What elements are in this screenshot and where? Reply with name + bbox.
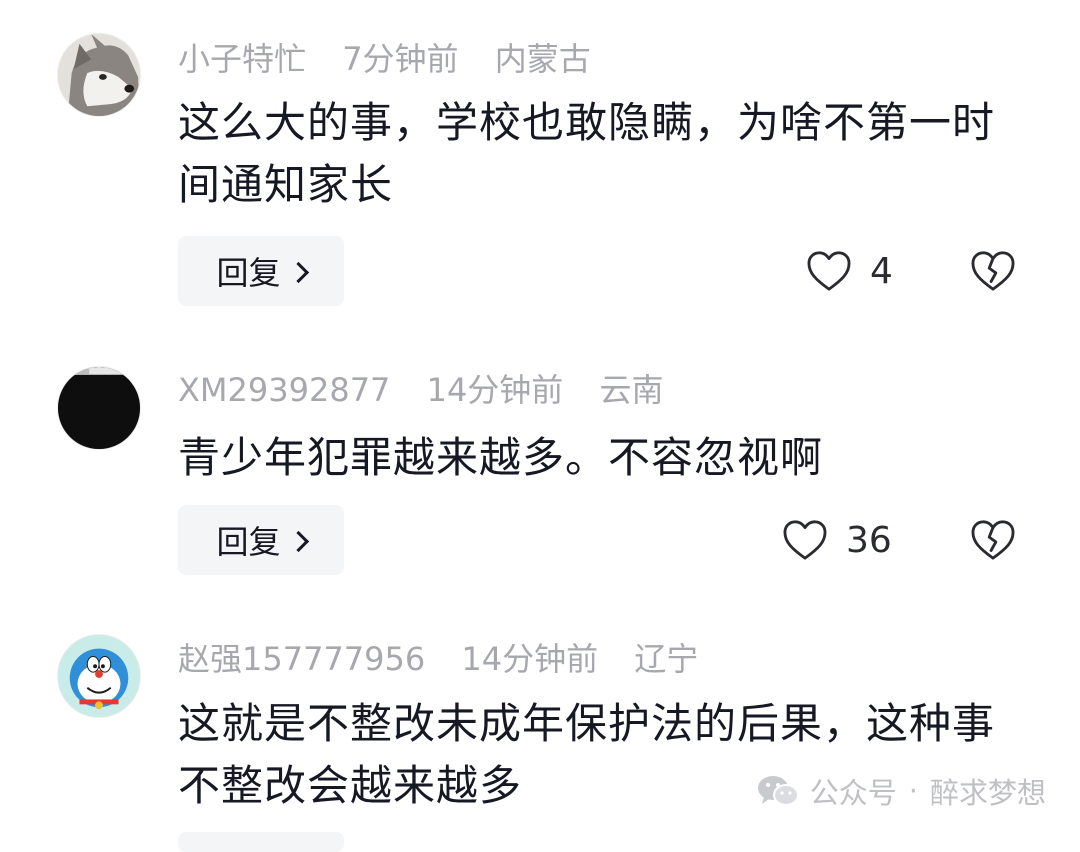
comment-meta: 赵强157777956 14分钟前 辽宁 — [178, 635, 724, 683]
broken-heart-icon — [971, 520, 1015, 560]
watermark: 公众号 · 醉求梦想 — [756, 767, 1046, 815]
comment-meta: 小子特忙 7分钟前 内蒙古 — [178, 35, 617, 83]
wechat-icon — [757, 776, 799, 806]
chevron-right-icon — [287, 530, 309, 552]
comment-text: 青少年犯罪越来越多。不容忽视啊 — [178, 433, 824, 482]
reply-button[interactable]: 回复 — [178, 236, 344, 306]
like-count: 36 — [846, 519, 892, 561]
location: 云南 — [599, 371, 664, 409]
avatar[interactable] — [57, 366, 141, 450]
watermark-source: 公众号 — [809, 776, 897, 810]
avatar[interactable] — [57, 33, 141, 117]
like-count: 4 — [870, 250, 893, 292]
reply-button[interactable]: 回复 — [178, 505, 344, 575]
username[interactable]: XM29392877 — [178, 371, 390, 409]
chevron-right-icon — [287, 261, 309, 283]
doraemon-avatar-icon — [58, 635, 140, 717]
dark-screen-avatar-icon — [58, 367, 140, 449]
timestamp: 14分钟前 — [461, 640, 599, 678]
location: 内蒙古 — [494, 40, 591, 78]
reply-label: 回复 — [216, 254, 281, 292]
username[interactable]: 小子特忙 — [178, 40, 306, 78]
husky-dog-avatar-icon — [58, 34, 140, 116]
dislike-button[interactable] — [970, 236, 1016, 306]
dislike-button[interactable] — [970, 505, 1016, 575]
comment-meta: XM29392877 14分钟前 云南 — [178, 366, 690, 414]
comment-text: 这么大的事，学校也敢隐瞒，为啥不第一时间通知家长 — [178, 98, 996, 209]
username[interactable]: 赵强157777956 — [178, 640, 425, 678]
timestamp: 14分钟前 — [426, 371, 564, 409]
reply-button[interactable] — [178, 832, 344, 852]
heart-icon — [807, 251, 851, 291]
watermark-name: 醉求梦想 — [929, 776, 1046, 810]
like-button[interactable]: 36 — [782, 505, 892, 575]
avatar[interactable] — [57, 634, 141, 718]
watermark-separator: · — [908, 774, 918, 808]
location: 辽宁 — [634, 640, 699, 678]
broken-heart-icon — [971, 251, 1015, 291]
timestamp: 7分钟前 — [342, 40, 459, 78]
reply-label: 回复 — [216, 523, 281, 561]
like-button[interactable]: 4 — [806, 236, 893, 306]
heart-icon — [783, 520, 827, 560]
